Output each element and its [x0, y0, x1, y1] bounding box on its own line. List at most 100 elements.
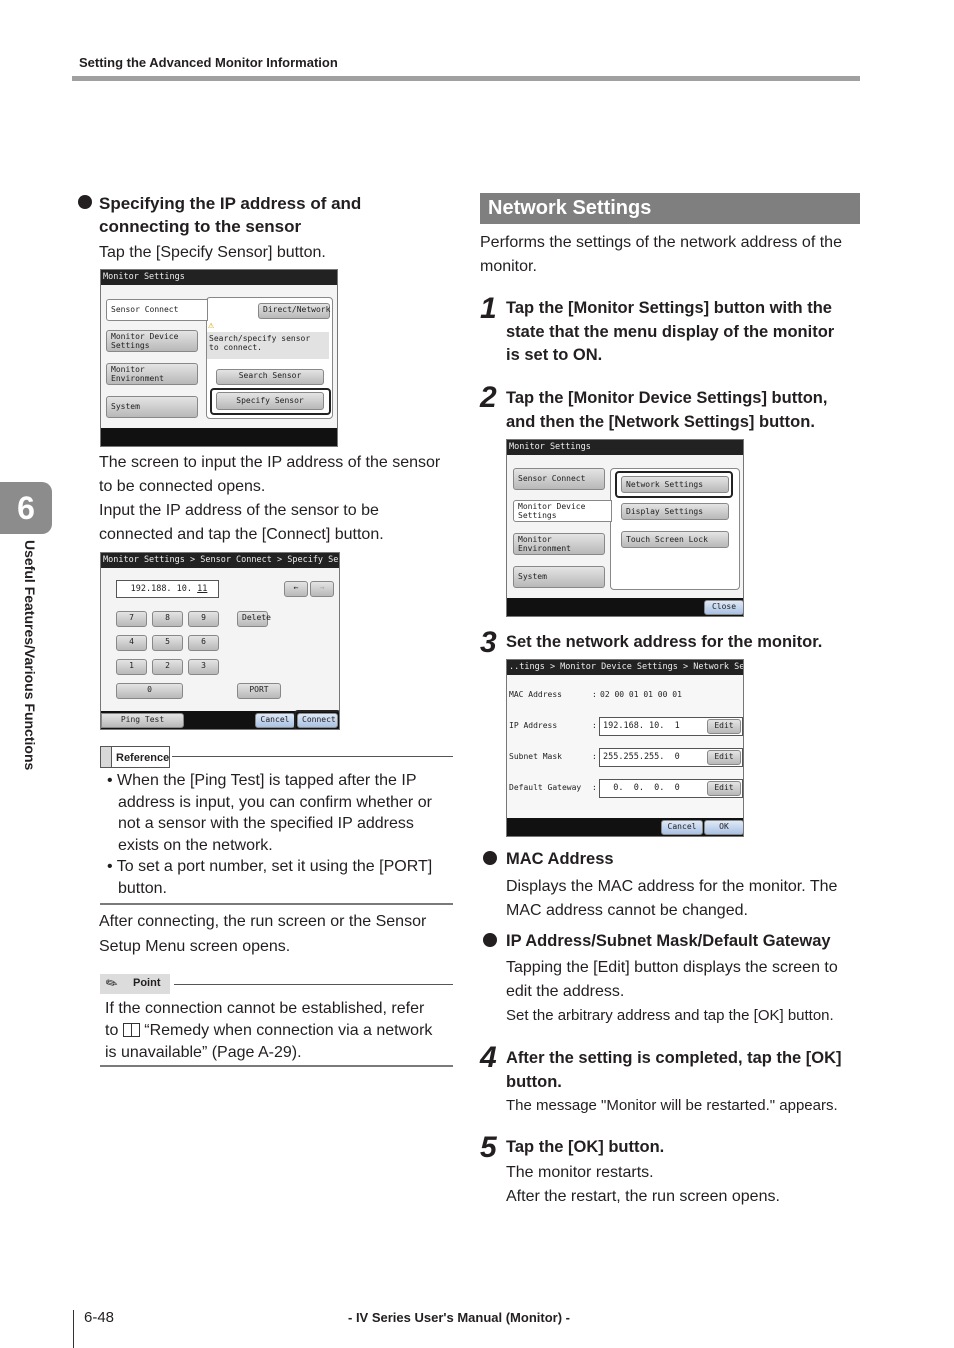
footer-rule: [73, 1310, 74, 1348]
key-9[interactable]: 9: [188, 611, 219, 627]
tab-sensor-connect[interactable]: Sensor Connect: [106, 299, 208, 321]
edit-subnet-button[interactable]: Edit: [707, 750, 741, 765]
tab-system[interactable]: System: [513, 566, 605, 588]
text-line: to be connected opens.: [99, 478, 266, 495]
reference-tab: [100, 746, 112, 768]
reference-box: Reference • When the [Ping Test] is tapp…: [100, 746, 453, 906]
step-text: After the setting is completed, tap the …: [506, 1046, 842, 1094]
heading-line: Specifying the IP address of and: [99, 194, 362, 213]
mac-description: Displays the MAC address for the monitor…: [506, 875, 837, 923]
reference-rule: [172, 756, 453, 757]
tab-monitor-environment[interactable]: Monitor Environment: [106, 363, 198, 385]
tab-monitor-device-settings[interactable]: Monitor Device Settings: [513, 500, 612, 522]
page-number: 6-48: [84, 1309, 115, 1326]
reference-bottom-rule: [100, 903, 453, 905]
step-number: 1: [480, 292, 497, 325]
chapter-title-vertical: Useful Features/Various Functions: [20, 540, 40, 820]
text-line: Setup Menu screen opens.: [99, 938, 291, 955]
header-rule: [72, 76, 860, 81]
key-8[interactable]: 8: [152, 611, 183, 627]
reference-item: • When the [Ping Test] is tapped after t…: [107, 770, 432, 856]
ip-subnet-description: Tapping the [Edit] button displays the s…: [506, 956, 838, 1028]
reference-label: Reference: [112, 746, 170, 768]
section-title-network-settings: Network Settings: [480, 193, 860, 224]
step-description: The monitor restarts. After the restart,…: [506, 1161, 780, 1209]
bullet: •: [107, 858, 117, 875]
screen-title: Monitor Settings: [101, 270, 337, 285]
colon: :: [592, 783, 597, 792]
bullet-icon: [483, 851, 497, 865]
cursor-left-button[interactable]: ←: [284, 581, 308, 597]
edit-gateway-button[interactable]: Edit: [707, 781, 741, 796]
screen-title: Monitor Settings: [507, 440, 743, 455]
ip-input-field[interactable]: 192.188. 10. 11: [116, 580, 219, 598]
text-line: If the connection cannot be established,…: [105, 1000, 425, 1017]
step-text: Tap the [Monitor Settings] button with t…: [506, 297, 834, 368]
tab-system[interactable]: System: [106, 396, 198, 418]
chapter-title: Useful Features/Various Functions: [22, 540, 38, 771]
close-button[interactable]: Close: [704, 600, 743, 615]
port-button[interactable]: PORT: [237, 683, 281, 699]
point-rule: [174, 984, 453, 985]
key-6[interactable]: 6: [188, 635, 219, 651]
tab-sensor-connect[interactable]: Sensor Connect: [513, 468, 605, 490]
heading-line: connecting to the sensor: [99, 217, 302, 236]
text-prefix: to: [105, 1022, 119, 1039]
text-line: and then the [Network Settings] button.: [506, 413, 815, 431]
colon: :: [592, 752, 597, 761]
cursor-right-button[interactable]: →: [310, 581, 334, 597]
chapter-tab: 6: [0, 482, 52, 534]
text-line: monitor.: [480, 258, 537, 275]
network-settings-button[interactable]: Network Settings: [621, 476, 729, 493]
delete-button[interactable]: Delete: [237, 611, 271, 627]
search-sensor-button[interactable]: Search Sensor: [216, 369, 324, 385]
text-line: Tap the [Monitor Settings] button with t…: [506, 299, 832, 317]
text-line: connected and tap the [Connect] button.: [99, 526, 384, 543]
cancel-button[interactable]: Cancel: [661, 820, 703, 835]
direct-network-button[interactable]: Direct/Network: [258, 303, 330, 319]
tab-monitor-environment[interactable]: Monitor Environment: [513, 533, 605, 555]
step-number: 2: [480, 381, 497, 414]
point-box: ✎ Point If the connection cannot be esta…: [100, 973, 453, 1069]
text-line: Tapping the [Edit] button displays the s…: [506, 959, 838, 976]
text-line: not a sensor with the specified IP addre…: [118, 815, 414, 832]
step-number: 3: [480, 626, 497, 659]
ip-active-octet: 11: [197, 584, 208, 594]
specify-sensor-button[interactable]: Specify Sensor: [216, 392, 324, 410]
key-3[interactable]: 3: [188, 659, 219, 675]
display-settings-button[interactable]: Display Settings: [621, 503, 729, 520]
ip-subnet-gateway-heading: IP Address/Subnet Mask/Default Gateway: [506, 932, 831, 950]
key-0[interactable]: 0: [116, 683, 183, 699]
ip-label: IP Address: [509, 721, 558, 730]
step-description: The message "Monitor will be restarted."…: [506, 1097, 838, 1114]
connect-button[interactable]: Connect: [297, 713, 338, 728]
key-2[interactable]: 2: [152, 659, 183, 675]
point-bottom-rule: [100, 1065, 453, 1067]
edit-ip-button[interactable]: Edit: [707, 719, 741, 734]
text-line: edit the address.: [506, 983, 625, 1000]
running-header: Setting the Advanced Monitor Information: [79, 55, 338, 70]
tab-monitor-device-settings[interactable]: Monitor Device Settings: [106, 330, 198, 352]
text-line: Input the IP address of the sensor to be: [99, 502, 379, 519]
step-text: Tap the [OK] button.: [506, 1138, 665, 1156]
reference-list: • When the [Ping Test] is tapped after t…: [107, 770, 432, 899]
key-1[interactable]: 1: [116, 659, 147, 675]
text-line: The monitor restarts.: [506, 1164, 654, 1181]
key-7[interactable]: 7: [116, 611, 147, 627]
cancel-button[interactable]: Cancel: [255, 713, 295, 728]
paragraph-ip-input: The screen to input the IP address of th…: [99, 451, 440, 547]
book-icon: [122, 1023, 140, 1037]
touch-screen-lock-button[interactable]: Touch Screen Lock: [621, 531, 729, 548]
step-text: Set the network address for the monitor.: [506, 633, 823, 651]
key-5[interactable]: 5: [152, 635, 183, 651]
text-line: After connecting, the run screen or the …: [99, 913, 427, 930]
colon: :: [592, 721, 597, 730]
text-line: The screen to input the IP address of th…: [99, 454, 441, 471]
text-line: To set a port number, set it using the […: [116, 858, 433, 875]
key-4[interactable]: 4: [116, 635, 147, 651]
text-line: to “Remedy when connection via a network: [105, 1020, 432, 1042]
step-text: Tap the [Monitor Device Settings] button…: [506, 386, 827, 434]
ping-test-button[interactable]: Ping Test: [101, 713, 184, 728]
ok-button[interactable]: OK: [704, 820, 743, 835]
link-text[interactable]: “Remedy when connection via a network: [144, 1022, 432, 1039]
